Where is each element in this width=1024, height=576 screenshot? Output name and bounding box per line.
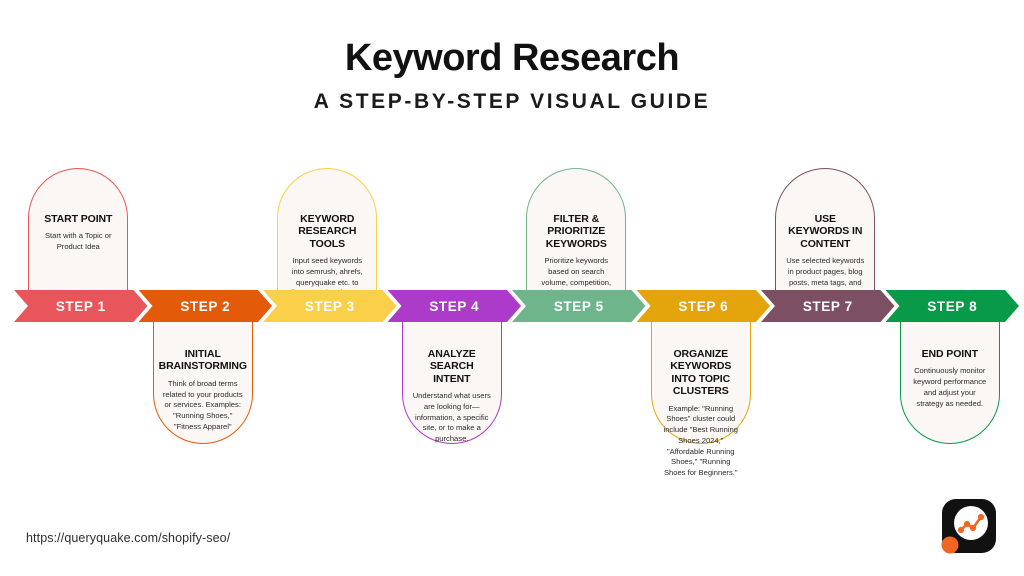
step-band-2[interactable]: STEP 2 xyxy=(139,290,273,322)
step-card-7: USE KEYWORDS IN CONTENT Use selected keyw… xyxy=(775,168,876,297)
step-band-label: STEP 3 xyxy=(304,298,355,314)
step-card-4: ANALYZE SEARCH INTENT Understand what use… xyxy=(401,322,502,444)
step-band-1[interactable]: STEP 1 xyxy=(14,290,148,322)
step-band-label: STEP 6 xyxy=(678,298,729,314)
step-band-3[interactable]: STEP 3 xyxy=(263,290,397,322)
step-card-title: KEYWORD RESEARCH TOOLS xyxy=(298,213,357,250)
step-band-7[interactable]: STEP 7 xyxy=(761,290,895,322)
step-card-body: Example: "Running Shoes" cluster could i… xyxy=(663,403,738,478)
step-band-label: STEP 2 xyxy=(180,298,231,314)
source-url[interactable]: https://queryquake.com/shopify-seo/ xyxy=(26,531,230,545)
step-timeline: STEP 1 STEP 2 STEP 3 STEP 4 STEP 5 STEP 6 STEP… xyxy=(0,290,1024,322)
step-band-label: STEP 5 xyxy=(553,298,604,314)
page-subtitle: A STEP-BY-STEP VISUAL GUIDE xyxy=(313,89,711,113)
infographic-header: Keyword Research A STEP-BY-STEP VISUAL G… xyxy=(0,37,1024,113)
step-card-body: Continuously monitor keyword performance… xyxy=(913,366,987,408)
step-card-5: FILTER & PRIORITIZE KEYWORDS Prioritize k… xyxy=(526,168,627,308)
page-title: Keyword Research xyxy=(344,37,680,79)
step-band-label: STEP 1 xyxy=(55,298,106,314)
step-band-label: STEP 8 xyxy=(927,298,978,314)
step-card-body: Understand what users are looking for—in… xyxy=(412,391,491,444)
step-card-6: ORGANIZE KEYWORDS INTO TOPIC CLUSTERS Exa… xyxy=(650,322,751,477)
step-card-title: ANALYZE SEARCH INTENT xyxy=(427,348,476,385)
step-card-title: FILTER & PRIORITIZE KEYWORDS xyxy=(545,213,607,250)
step-band-4[interactable]: STEP 4 xyxy=(388,290,522,322)
step-card-title: ORGANIZE KEYWORDS INTO TOPIC CLUSTERS xyxy=(670,348,732,398)
step-card-8: END POINT Continuously monitor keyword pe… xyxy=(899,322,1000,444)
step-card-title: START POINT xyxy=(44,213,113,225)
step-band-6[interactable]: STEP 6 xyxy=(637,290,771,322)
step-card-title: INITIAL BRAINSTORMING xyxy=(158,348,247,373)
step-band-5[interactable]: STEP 5 xyxy=(512,290,646,322)
step-card-title: END POINT xyxy=(921,348,978,360)
step-band-label: STEP 4 xyxy=(429,298,480,314)
step-card-1: START POINT Start with a Topic or Product… xyxy=(28,168,129,290)
queryquake-logo-icon xyxy=(938,495,1000,557)
step-band-8[interactable]: STEP 8 xyxy=(886,290,1020,322)
step-band-label: STEP 7 xyxy=(802,298,853,314)
step-card-3: KEYWORD RESEARCH TOOLS Input seed keyword… xyxy=(277,168,378,319)
step-card-body: Start with a Topic or Product Idea xyxy=(44,231,112,252)
step-card-2: INITIAL BRAINSTORMING Think of broad term… xyxy=(152,322,253,444)
step-card-title: USE KEYWORDS IN CONTENT xyxy=(788,213,863,250)
step-card-body: Think of broad terms related to your pro… xyxy=(162,378,243,431)
